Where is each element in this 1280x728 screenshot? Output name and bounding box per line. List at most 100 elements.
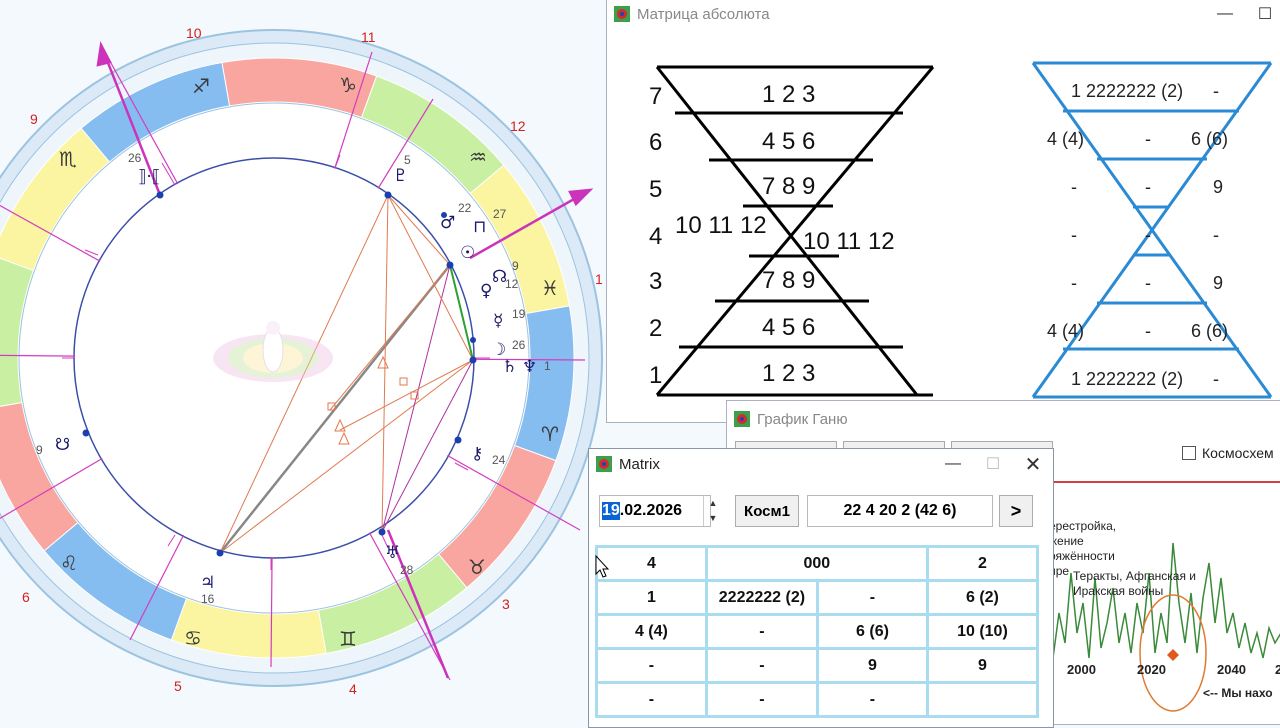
right-cell: 9: [1213, 273, 1223, 293]
planet-degree: 27: [493, 207, 507, 221]
table-cell: -: [704, 613, 820, 650]
right-cell: 6 (6): [1191, 321, 1228, 341]
taurus-icon: ♉: [468, 555, 486, 579]
row-number: 1: [649, 362, 662, 389]
house-number: 5: [174, 678, 182, 694]
x-tick-label: 2020: [1137, 662, 1166, 677]
x-tick-label: 2000: [1067, 662, 1096, 677]
date-input[interactable]: 19.02.2026: [599, 495, 711, 527]
table-cell: 4: [595, 545, 708, 582]
right-cell: 4 (4): [1047, 129, 1084, 149]
table-cell: [925, 681, 1040, 718]
house-number: 4: [349, 681, 357, 697]
close-button[interactable]: ✕: [1013, 449, 1053, 479]
table-cell: -: [816, 681, 929, 718]
window-title: График Ганю: [757, 410, 848, 428]
uranus-icon: ♅: [385, 543, 400, 563]
aries-icon: ♈: [541, 422, 559, 446]
sun-icon: ☉: [460, 243, 475, 263]
mercury-icon: ☿: [493, 311, 503, 331]
x-tick-label: 2040: [1217, 662, 1246, 677]
planet-degree: 24: [492, 453, 506, 467]
table-cell: 9: [925, 647, 1040, 684]
house-number: 9: [30, 111, 38, 127]
table-row: - - 9 9: [595, 647, 1040, 684]
next-button[interactable]: >: [999, 495, 1033, 527]
table-cell: 1: [595, 579, 708, 616]
table-cell: 2: [925, 545, 1040, 582]
natal-chart-wheel: 10 11 12 1 3 4 5 6 9 26 5 22 27 9 12 19 …: [0, 25, 603, 697]
maximize-button[interactable]: ☐: [1245, 0, 1280, 29]
row-number: 4: [649, 223, 662, 250]
triple-label: 4 5 6: [762, 128, 815, 155]
absolute-matrix-diagram: 7 6 5 4 3 2 1 1 2 3 4 5 6 7 8 9 7 8 9 4 …: [649, 61, 1273, 399]
kosm1-button[interactable]: Косм1: [735, 495, 799, 527]
sagittarius-icon: ♐: [192, 74, 210, 98]
checkbox-box[interactable]: [1182, 446, 1196, 460]
jupiter-icon: ♃: [200, 573, 215, 593]
right-cell: 4 (4): [1047, 321, 1084, 341]
south-node-icon: ☋: [55, 435, 70, 455]
triple-label: 4 5 6: [762, 314, 815, 341]
row-number: 5: [649, 176, 662, 203]
absolute-matrix-titlebar: Матрица абсолюта — ☐: [607, 0, 1280, 29]
right-cell: -: [1145, 225, 1151, 245]
scorpio-icon: ♏: [59, 147, 77, 171]
app-icon: [614, 6, 630, 22]
planet-degree: 9: [512, 259, 519, 273]
planet-degree: 28: [400, 563, 414, 577]
checkbox-label: Космосхем: [1202, 445, 1274, 461]
planet-degree: 5: [404, 153, 411, 167]
result-field: 22 4 20 2 (42 6): [807, 495, 993, 527]
house-number: 12: [510, 118, 526, 134]
table-cell: -: [595, 681, 708, 718]
house-number: 3: [502, 596, 510, 612]
x-tick-label: 20: [1275, 662, 1280, 677]
right-cell: -: [1213, 225, 1219, 245]
ganu-titlebar: График Ганю: [727, 401, 1280, 437]
node-icon: ☊: [492, 267, 507, 287]
spin-up-icon[interactable]: ▲: [704, 496, 722, 511]
planet-degree: 22: [458, 201, 472, 215]
right-cell: -: [1071, 225, 1077, 245]
pluto-icon: ♇: [393, 166, 408, 186]
right-cell: -: [1145, 177, 1151, 197]
capricorn-icon: ♑: [339, 73, 357, 97]
date-spinner[interactable]: ▲ ▼: [703, 496, 722, 526]
spin-down-icon[interactable]: ▼: [704, 511, 722, 526]
table-row: 4 (4) - 6 (6) 10 (10): [595, 613, 1040, 650]
row-number: 3: [649, 268, 662, 295]
mars-icon: ♂: [440, 213, 455, 233]
planet-degree: 9: [36, 443, 43, 457]
table-row: 1 2222222 (2) - 6 (2): [595, 579, 1040, 616]
aquarius-icon: ♒: [469, 145, 487, 169]
table-cell: 2222222 (2): [704, 579, 820, 616]
saturn-node-glyph-icon: ⟧·⟦: [138, 167, 160, 187]
right-cell: -: [1213, 81, 1219, 101]
table-cell: 10 (10): [925, 613, 1040, 650]
mouse-cursor-icon: [595, 555, 610, 578]
absolute-matrix-window: Матрица абсолюта — ☐ 7 6 5 4 3 2 1 1 2 3…: [606, 0, 1280, 423]
right-cell: 9: [1213, 177, 1223, 197]
right-cell: -: [1213, 369, 1219, 389]
triple-label: 1 2 3: [762, 360, 815, 387]
right-cell: 6 (6): [1191, 129, 1228, 149]
table-cell: 6 (2): [925, 579, 1040, 616]
cosmoscheme-checkbox[interactable]: Космосхем: [1182, 445, 1274, 461]
table-cell: -: [595, 647, 708, 684]
saturn-icon: ♄: [502, 357, 517, 377]
row-number: 7: [649, 83, 662, 110]
right-cell: 1 2222222 (2): [1071, 81, 1183, 101]
app-icon: [734, 411, 750, 427]
maximize-button[interactable]: ☐: [973, 449, 1013, 479]
leo-icon: ♌: [60, 551, 78, 575]
minimize-button[interactable]: —: [1205, 0, 1245, 29]
planet-degree: 26: [512, 338, 526, 352]
table-cell: 6 (6): [816, 613, 929, 650]
minimize-button[interactable]: —: [933, 449, 973, 479]
table-row: - - -: [595, 681, 1040, 718]
chiron-icon: ⚷: [471, 444, 483, 464]
neptune-icon: ♆: [522, 357, 537, 377]
matrix-table: 4 000 2 1 2222222 (2) - 6 (2) 4 (4) - 6 …: [595, 545, 1040, 718]
window-title: Матрица абсолюта: [637, 5, 770, 23]
